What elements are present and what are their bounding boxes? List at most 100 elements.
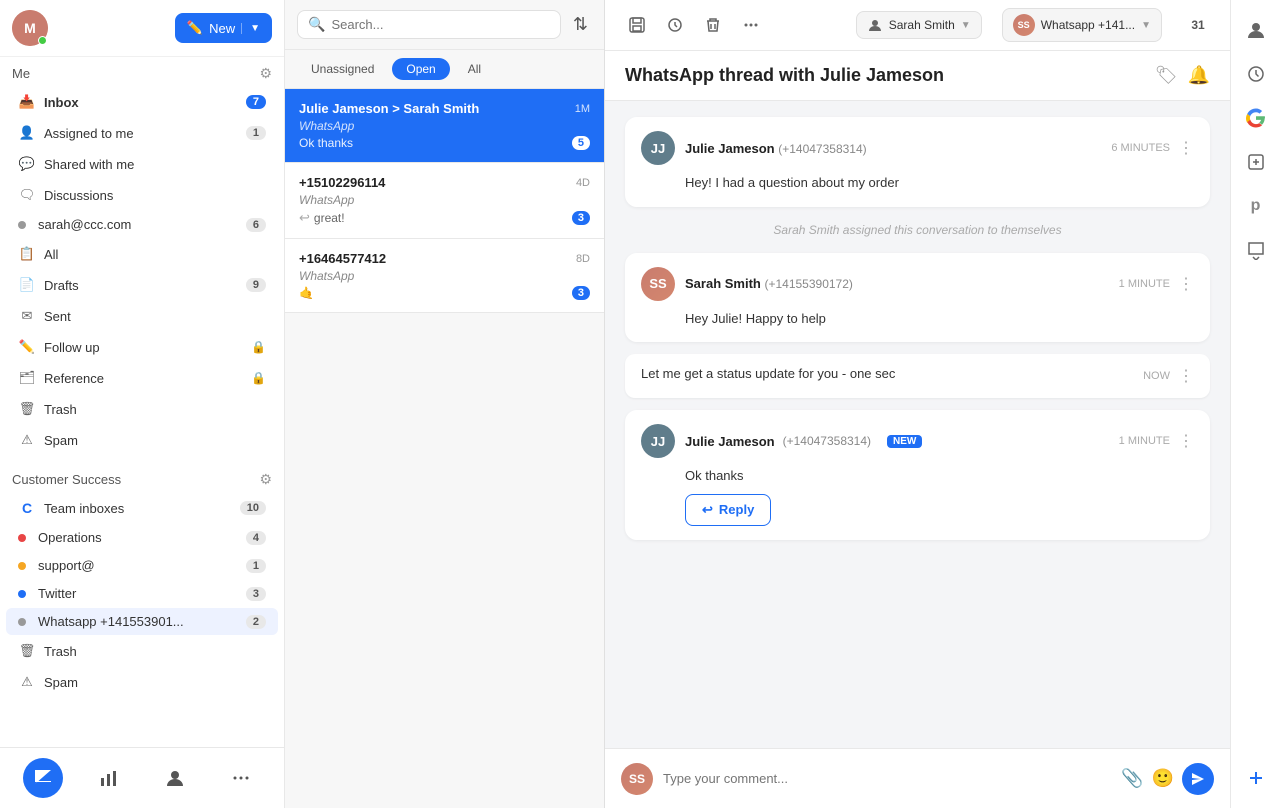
conv-item[interactable]: +15102296114 4D WhatsApp ↩ great! 3 bbox=[285, 163, 604, 239]
conv-item[interactable]: Julie Jameson > Sarah Smith 1M WhatsApp … bbox=[285, 89, 604, 163]
person-detail-icon[interactable] bbox=[1238, 12, 1274, 48]
add-icon[interactable] bbox=[1238, 760, 1274, 796]
send-button[interactable] bbox=[1182, 763, 1214, 795]
sidebar-item-sarah-email[interactable]: sarah@ccc.com 6 bbox=[6, 211, 278, 238]
sort-icon[interactable]: ⇅ bbox=[569, 10, 592, 39]
inbox-selector[interactable]: SS Whatsapp +141... ▼ bbox=[1002, 8, 1162, 42]
bell-icon[interactable]: 🔔 bbox=[1188, 65, 1210, 86]
sidebar-item-inbox[interactable]: 📥 Inbox 7 bbox=[6, 87, 278, 117]
conversation-items: Julie Jameson > Sarah Smith 1M WhatsApp … bbox=[285, 89, 604, 808]
support-label: support@ bbox=[38, 558, 238, 573]
customer-success-gear-icon[interactable]: ⚙ bbox=[259, 471, 272, 488]
sidebar-item-spam[interactable]: ⚠ Spam bbox=[6, 425, 278, 455]
more-icon-button[interactable] bbox=[735, 9, 767, 41]
gear-icon[interactable]: ⚙ bbox=[259, 65, 272, 82]
sidebar-item-shared[interactable]: 💬 Shared with me bbox=[6, 149, 278, 179]
search-box[interactable]: 🔍 bbox=[297, 10, 561, 39]
bookmark-icon[interactable]: 🏷 bbox=[1155, 65, 1178, 86]
me-label: Me bbox=[12, 66, 30, 81]
inline-message: Let me get a status update for you - one… bbox=[625, 354, 1210, 398]
save-icon-button[interactable] bbox=[621, 9, 653, 41]
trash-icon-button[interactable] bbox=[697, 9, 729, 41]
compose-button[interactable]: ✏️ New ▼ bbox=[175, 13, 272, 43]
sidebar-item-operations[interactable]: Operations 4 bbox=[6, 524, 278, 551]
message-actions: 1 MINUTE ⋮ bbox=[1119, 274, 1194, 294]
share-icon: 💬 bbox=[18, 155, 36, 173]
sidebar-item-assigned[interactable]: 👤 Assigned to me 1 bbox=[6, 118, 278, 148]
chat-bubble-icon[interactable] bbox=[1238, 232, 1274, 268]
text-icon[interactable]: p bbox=[1238, 188, 1274, 224]
online-indicator bbox=[38, 36, 47, 45]
message-header: JJ Julie Jameson (+14047358314) 6 MINUTE… bbox=[641, 131, 1194, 165]
inline-more-icon[interactable]: ⋮ bbox=[1178, 366, 1194, 386]
sidebar-item-whatsapp[interactable]: Whatsapp +141553901... 2 bbox=[6, 608, 278, 635]
search-input[interactable] bbox=[331, 17, 549, 32]
message-time: 6 MINUTES bbox=[1111, 142, 1170, 154]
sidebar-item-discussions[interactable]: 🗨 Discussions bbox=[6, 180, 278, 210]
conv-name: +16464577412 bbox=[299, 251, 386, 266]
email-dot-icon bbox=[18, 221, 26, 229]
sarah-badge: 6 bbox=[246, 218, 266, 232]
drafts-icon: 📄 bbox=[18, 276, 36, 294]
trash-icon: 🗑 bbox=[18, 400, 36, 418]
google-icon[interactable] bbox=[1238, 100, 1274, 136]
conv-item[interactable]: +16464577412 8D WhatsApp 🤙 3 bbox=[285, 239, 604, 313]
inline-time: NOW bbox=[1143, 370, 1170, 382]
message-more-icon[interactable]: ⋮ bbox=[1178, 431, 1194, 451]
customer-success-title: Customer Success bbox=[12, 472, 121, 487]
sidebar-item-support[interactable]: support@ 1 bbox=[6, 552, 278, 579]
trash2-icon: 🗑 bbox=[18, 642, 36, 660]
reference-label: Reference bbox=[44, 371, 243, 386]
sidebar-item-twitter[interactable]: Twitter 3 bbox=[6, 580, 278, 607]
shared-label: Shared with me bbox=[44, 157, 266, 172]
twitter-badge: 3 bbox=[246, 587, 266, 601]
contacts-footer-btn[interactable] bbox=[155, 758, 195, 798]
tab-unassigned[interactable]: Unassigned bbox=[297, 58, 388, 80]
inline-message-body: Let me get a status update for you - one… bbox=[641, 366, 895, 381]
operations-label: Operations bbox=[38, 530, 238, 545]
customer-success-label: Customer Success bbox=[12, 472, 121, 487]
conv-badge: 3 bbox=[572, 286, 590, 300]
me-section-title: Me bbox=[12, 66, 30, 81]
agent-selector[interactable]: Sarah Smith ▼ bbox=[856, 11, 982, 39]
thread-title: WhatsApp thread with Julie Jameson bbox=[625, 65, 944, 86]
support-dot-icon bbox=[18, 562, 26, 570]
sidebar-item-followup[interactable]: ✏️ Follow up 🔒 bbox=[6, 332, 278, 362]
conv-time: 8D bbox=[576, 253, 590, 265]
message-more-icon[interactable]: ⋮ bbox=[1178, 274, 1194, 294]
calendar-icon-button[interactable]: 31 bbox=[1182, 9, 1214, 41]
sidebar-footer bbox=[0, 747, 284, 808]
clock-detail-icon[interactable] bbox=[1238, 56, 1274, 92]
sent-icon: ✉ bbox=[18, 307, 36, 325]
tab-all[interactable]: All bbox=[454, 58, 495, 80]
trash-label: Trash bbox=[44, 402, 266, 417]
sidebar-item-sent[interactable]: ✉ Sent bbox=[6, 301, 278, 331]
agent-chevron-icon: ▼ bbox=[961, 20, 971, 31]
more-footer-btn[interactable] bbox=[221, 758, 261, 798]
whatsapp-badge: 2 bbox=[246, 615, 266, 629]
sidebar-item-reference[interactable]: 🗂 Reference 🔒 bbox=[6, 363, 278, 393]
sidebar-item-drafts[interactable]: 📄 Drafts 9 bbox=[6, 270, 278, 300]
compose-label: New bbox=[209, 21, 235, 36]
reports-footer-btn[interactable] bbox=[89, 758, 129, 798]
composer-input[interactable] bbox=[663, 771, 1111, 786]
reply-button[interactable]: ↩ Reply bbox=[685, 494, 771, 526]
sidebar-item-trash[interactable]: 🗑 Trash bbox=[6, 394, 278, 424]
message-more-icon[interactable]: ⋮ bbox=[1178, 138, 1194, 158]
spam-icon: ⚠ bbox=[18, 431, 36, 449]
emoji-icon[interactable]: 🙂 bbox=[1152, 768, 1174, 789]
plugin-icon[interactable] bbox=[1238, 144, 1274, 180]
clock-icon-button[interactable] bbox=[659, 9, 691, 41]
composer-actions: 📎 🙂 bbox=[1121, 763, 1214, 795]
drafts-badge: 9 bbox=[246, 278, 266, 292]
sidebar-item-spam2[interactable]: ⚠ Spam bbox=[6, 667, 278, 697]
all-icon: 📋 bbox=[18, 245, 36, 263]
avatar: JJ bbox=[641, 131, 675, 165]
inbox-icon: 📥 bbox=[18, 93, 36, 111]
attachment-icon[interactable]: 📎 bbox=[1121, 768, 1143, 789]
sidebar-item-team-inboxes[interactable]: C Team inboxes 10 bbox=[6, 493, 278, 523]
sidebar-item-all[interactable]: 📋 All bbox=[6, 239, 278, 269]
tab-open[interactable]: Open bbox=[392, 58, 449, 80]
sidebar-item-trash2[interactable]: 🗑 Trash bbox=[6, 636, 278, 666]
chat-footer-btn[interactable] bbox=[23, 758, 63, 798]
